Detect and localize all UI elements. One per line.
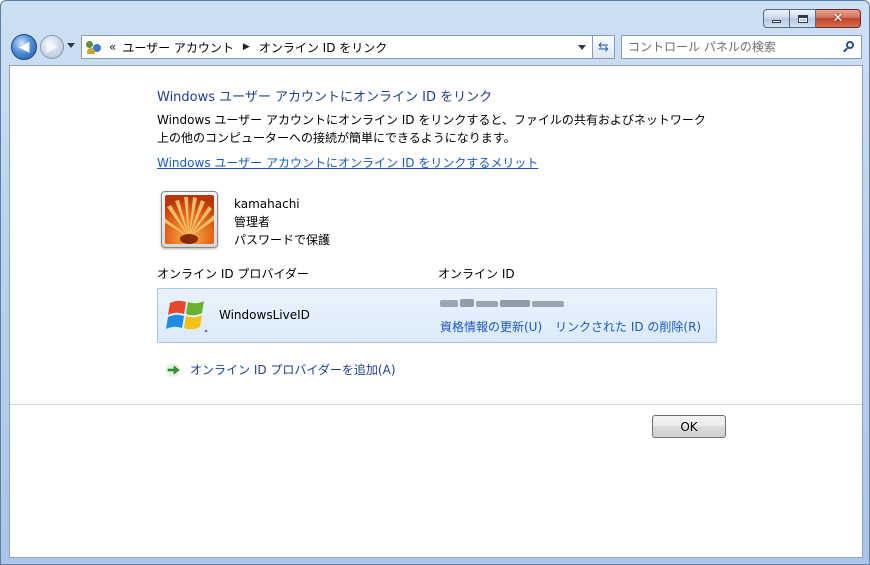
caption-buttons: ✕ (763, 9, 861, 28)
address-dropdown-icon[interactable] (578, 45, 586, 50)
window: ✕ ◀ ▶ « ユーザー アカウント ▶ オンライン ID をリンク ⇆ コント… (0, 0, 870, 565)
remove-linked-id-link[interactable]: リンクされた ID の削除(R) (555, 318, 701, 335)
user-info: kamahachi 管理者 パスワードで保護 (234, 195, 330, 249)
online-id-value (440, 299, 564, 307)
maximize-icon (797, 14, 808, 23)
flower-picture-icon (165, 195, 214, 244)
user-avatar (161, 191, 218, 248)
page-title: Windows ユーザー アカウントにオンライン ID をリンク (157, 90, 493, 105)
breadcrumb-link-online-id[interactable]: オンライン ID をリンク (259, 39, 387, 56)
add-provider-link[interactable]: オンライン ID プロバイダーを追加(A) (165, 361, 396, 378)
online-id-column-header: オンライン ID (438, 267, 515, 281)
search-icon[interactable] (843, 41, 855, 53)
refresh-button[interactable]: ⇆ (593, 35, 615, 59)
address-bar[interactable]: « ユーザー アカウント ▶ オンライン ID をリンク (81, 35, 593, 59)
navigation-bar: ◀ ▶ « ユーザー アカウント ▶ オンライン ID をリンク ⇆ (9, 33, 863, 61)
description-line: 上の他のコンピューターへの接続が簡単にできるようになります。 (157, 131, 516, 145)
provider-row: WindowsLiveID 資格情報の更新(U) リンクされた ID の削除(R… (157, 288, 717, 343)
user-accounts-icon (85, 39, 103, 55)
minimize-icon (772, 20, 781, 23)
search-input[interactable] (628, 40, 828, 54)
divider (10, 404, 862, 405)
provider-name: WindowsLiveID (219, 308, 310, 322)
close-icon: ✕ (832, 11, 844, 26)
content-pane: Windows ユーザー アカウントにオンライン ID をリンク Windows… (9, 65, 863, 558)
breadcrumb-overflow[interactable]: « (109, 40, 116, 54)
update-credentials-link[interactable]: 資格情報の更新(U) (440, 318, 542, 335)
ok-button[interactable]: OK (652, 415, 726, 438)
green-arrow-icon (166, 362, 180, 377)
user-name: kamahachi (234, 197, 300, 211)
close-button[interactable]: ✕ (816, 9, 861, 28)
recent-pages-dropdown-icon[interactable] (67, 43, 75, 48)
back-arrow-icon: ◀ (18, 39, 30, 55)
user-status: パスワードで保護 (234, 233, 331, 247)
search-box[interactable] (621, 35, 862, 59)
maximize-button[interactable] (790, 9, 816, 28)
minimize-button[interactable] (763, 9, 790, 28)
user-role: 管理者 (234, 215, 271, 229)
breadcrumb-arrow-icon[interactable]: ▶ (243, 42, 250, 52)
add-provider-label: オンライン ID プロバイダーを追加(A) (190, 363, 396, 377)
benefits-link[interactable]: Windows ユーザー アカウントにオンライン ID をリンクするメリット (157, 154, 538, 171)
breadcrumb-user-accounts[interactable]: ユーザー アカウント (122, 39, 234, 56)
forward-button[interactable]: ▶ (40, 35, 64, 59)
back-button[interactable]: ◀ (11, 34, 37, 60)
page-description: Windows ユーザー アカウントにオンライン ID をリンクすると、ファイル… (157, 111, 727, 147)
provider-column-header: オンライン ID プロバイダー (157, 267, 309, 281)
windows-logo-icon (166, 300, 208, 333)
description-line: Windows ユーザー アカウントにオンライン ID をリンクすると、ファイル… (157, 113, 706, 127)
forward-arrow-icon: ▶ (46, 39, 58, 55)
refresh-icon: ⇆ (598, 39, 609, 55)
